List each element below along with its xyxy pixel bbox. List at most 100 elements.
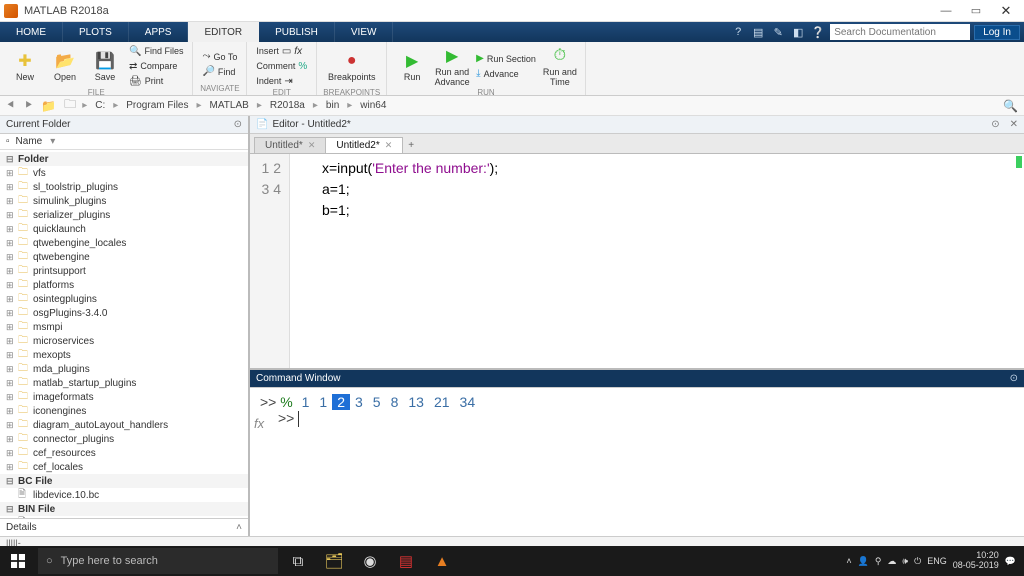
chrome-icon[interactable]: ◉ [352, 546, 388, 576]
print-button[interactable]: 🖨Print [126, 74, 186, 88]
back-button[interactable]: ⯇ [4, 98, 18, 113]
folder-tree[interactable]: ⊟Folder⊞🗀vfs⊞🗀sl_toolstrip_plugins⊞🗀simu… [0, 150, 248, 518]
open-button[interactable]: 📂Open [46, 44, 84, 88]
tab-close-icon[interactable]: ✕ [308, 140, 316, 151]
command-window-body[interactable]: >> % 112358132134 fx >> [250, 388, 1024, 536]
tree-folder[interactable]: ⊞🗀cef_locales [0, 460, 248, 474]
find-files-button[interactable]: 🔍Find Files [126, 44, 186, 58]
language-indicator[interactable]: ENG [927, 556, 947, 566]
help2-icon[interactable]: ❔ [810, 24, 826, 40]
comment-button[interactable]: Comment % [253, 59, 310, 73]
tree-folder[interactable]: ⊞🗀sl_toolstrip_plugins [0, 180, 248, 194]
save-button[interactable]: 💾Save [86, 44, 124, 88]
details-chevron-icon[interactable]: ˄ [236, 522, 242, 533]
network-icon[interactable]: 🕪 [902, 556, 908, 567]
folder-icon[interactable]: 🗀 [62, 95, 78, 116]
goto-button[interactable]: ⤳Go To [199, 50, 240, 64]
panel-menu-icon[interactable]: ⊙ [234, 119, 242, 130]
tree-folder[interactable]: ⊞🗀simulink_plugins [0, 194, 248, 208]
run-button[interactable]: ▶Run [393, 44, 431, 88]
explorer-icon[interactable]: 🗂 [316, 546, 352, 576]
task-view-icon[interactable]: ⧉ [280, 546, 316, 576]
doc-icon[interactable]: ▤ [750, 24, 766, 40]
crumb-program-files[interactable]: Program Files [122, 100, 192, 111]
compare-button[interactable]: ⇄Compare [126, 59, 186, 73]
crumb-c[interactable]: C: [91, 100, 109, 111]
tree-folder[interactable]: ⊞🗀quicklaunch [0, 222, 248, 236]
file-tab-untitled[interactable]: Untitled*✕ [254, 137, 326, 153]
feedback-icon[interactable]: ✎ [770, 24, 786, 40]
search-path-icon[interactable]: 🔍 [1001, 99, 1020, 113]
file-tab-untitled2[interactable]: Untitled2*✕ [325, 137, 403, 153]
advance-button[interactable]: ⤓Advance [473, 67, 539, 81]
crumb-r2018a[interactable]: R2018a [266, 100, 309, 111]
tree-file[interactable]: 🗎libdevice.10.bc [0, 488, 248, 502]
code-editor[interactable]: 1 2 3 4 x=input('Enter the number:'); a=… [250, 154, 1024, 368]
tree-folder[interactable]: ⊞🗀iconengines [0, 404, 248, 418]
name-column[interactable]: Name [16, 136, 43, 147]
find-button[interactable]: 🔎Find [199, 65, 240, 79]
tree-folder[interactable]: ⊞🗀msmpi [0, 320, 248, 334]
tree-folder[interactable]: ⊞🗀connector_plugins [0, 432, 248, 446]
code-area[interactable]: x=input('Enter the number:'); a=1; b=1; [290, 154, 1024, 368]
new-button[interactable]: ✚New [6, 44, 44, 88]
tree-folder[interactable]: ⊞🗀vfs [0, 166, 248, 180]
taskbar-search[interactable]: ○Type here to search [38, 548, 278, 574]
details-label[interactable]: Details [6, 522, 37, 533]
crumb-bin[interactable]: bin [322, 100, 343, 111]
breakpoints-button[interactable]: ●Breakpoints [333, 44, 371, 88]
tray-chevron-icon[interactable]: ˄ [846, 556, 851, 566]
editor-menu-icon[interactable]: ⊙ [991, 119, 999, 130]
forward-button[interactable]: ⯈ [22, 98, 36, 113]
editor-close-icon[interactable]: ✕ [1004, 119, 1018, 130]
clock[interactable]: 10:2008-05-2019 [953, 551, 999, 571]
tab-view[interactable]: VIEW [335, 22, 394, 42]
tree-folder[interactable]: ⊞🗀serializer_plugins [0, 208, 248, 222]
up-folder-icon[interactable]: 📁 [39, 99, 58, 113]
tree-group[interactable]: ⊟Folder [0, 152, 248, 166]
tree-folder[interactable]: ⊞🗀mda_plugins [0, 362, 248, 376]
tree-folder[interactable]: ⊞🗀imageformats [0, 390, 248, 404]
addons-icon[interactable]: ◧ [790, 24, 806, 40]
tab-apps[interactable]: APPS [129, 22, 189, 42]
new-tab-button[interactable]: + [402, 138, 420, 153]
tree-folder[interactable]: ⊞🗀microservices [0, 334, 248, 348]
crumb-matlab[interactable]: MATLAB [206, 100, 253, 111]
tree-folder[interactable]: ⊞🗀matlab_startup_plugins [0, 376, 248, 390]
help-icon[interactable]: ? [730, 24, 746, 40]
tree-folder[interactable]: ⊞🗀osgPlugins-3.4.0 [0, 306, 248, 320]
login-button[interactable]: Log In [974, 25, 1020, 40]
start-button[interactable] [0, 546, 36, 576]
cmd-menu-icon[interactable]: ⊙ [1010, 373, 1018, 384]
run-time-button[interactable]: ⏱Run and Time [541, 44, 579, 88]
pdf-icon[interactable]: ▤ [388, 546, 424, 576]
tree-folder[interactable]: ⊞🗀qtwebengine_locales [0, 236, 248, 250]
tab-editor[interactable]: EDITOR [188, 22, 259, 42]
tab-plots[interactable]: PLOTS [63, 22, 129, 42]
tab-close-icon[interactable]: ✕ [385, 140, 393, 151]
matlab-taskbar-icon[interactable]: ▲ [424, 546, 460, 576]
tree-folder[interactable]: ⊞🗀platforms [0, 278, 248, 292]
tree-folder[interactable]: ⊞🗀diagram_autoLayout_handlers [0, 418, 248, 432]
tree-folder[interactable]: ⊞🗀qtwebengine [0, 250, 248, 264]
battery-icon[interactable]: ⏻ [914, 556, 921, 567]
tab-publish[interactable]: PUBLISH [259, 22, 335, 42]
run-section-button[interactable]: ▶Run Section [473, 52, 539, 66]
search-documentation-input[interactable] [830, 24, 970, 40]
onedrive-icon[interactable]: ☁ [887, 556, 896, 567]
maximize-button[interactable]: ▭ [962, 2, 990, 20]
tab-home[interactable]: HOME [0, 22, 63, 42]
run-advance-button[interactable]: ▶Run and Advance [433, 44, 471, 88]
tree-group[interactable]: ⊟BIN File [0, 502, 248, 516]
crumb-win64[interactable]: win64 [356, 100, 390, 111]
close-button[interactable]: ✕ [992, 2, 1020, 20]
location-icon[interactable]: ⚲ [875, 556, 882, 567]
notifications-icon[interactable]: 💬 [1005, 556, 1016, 567]
system-tray[interactable]: ˄ 👤 ⚲ ☁ 🕪 ⏻ ENG 10:2008-05-2019 💬 [838, 551, 1024, 571]
tree-folder[interactable]: ⊞🗀mexopts [0, 348, 248, 362]
tree-folder[interactable]: ⊞🗀osintegplugins [0, 292, 248, 306]
insert-button[interactable]: Insert ▭ fx [253, 44, 310, 58]
indent-button[interactable]: Indent ⇥ [253, 74, 310, 88]
fx-icon[interactable]: fx [254, 416, 264, 431]
minimize-button[interactable]: ― [932, 2, 960, 20]
